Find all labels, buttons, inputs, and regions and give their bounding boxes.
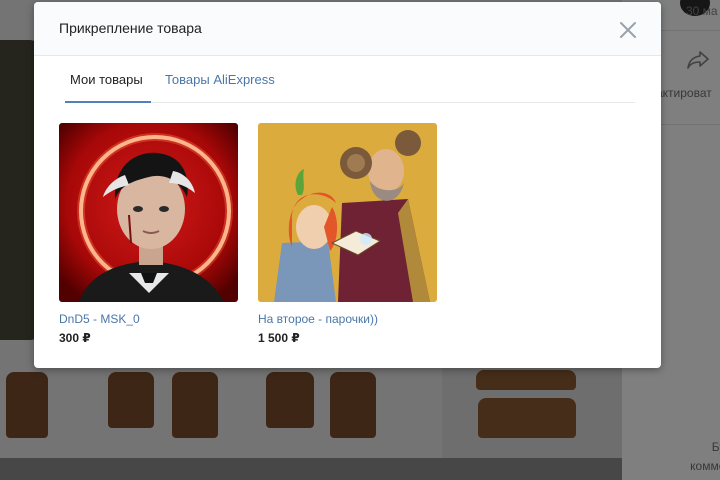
modal-header: Прикрепление товара — [34, 2, 661, 56]
attach-product-modal: Прикрепление товара Мои товары Товары Al… — [34, 2, 661, 368]
tab-aliexpress-products[interactable]: Товары AliExpress — [165, 58, 275, 103]
product-name[interactable]: DnD5 - MSK_0 — [59, 312, 140, 326]
product-price: 1 500 ₽ — [258, 331, 300, 345]
modal-title: Прикрепление товара — [59, 20, 202, 36]
close-icon[interactable] — [616, 18, 640, 42]
product-card[interactable]: DnD5 - MSK_0 300 ₽ — [59, 123, 238, 345]
product-card[interactable]: На второе - парочки)) 1 500 ₽ — [258, 123, 437, 345]
demon-portrait-image[interactable] — [59, 123, 238, 302]
tab-bar: Мои товары Товары AliExpress — [65, 58, 635, 103]
product-price: 300 ₽ — [59, 331, 91, 345]
tab-my-products[interactable]: Мои товары — [65, 58, 151, 103]
fantasy-couple-illustration[interactable] — [258, 123, 437, 302]
product-name[interactable]: На второе - парочки)) — [258, 312, 378, 326]
